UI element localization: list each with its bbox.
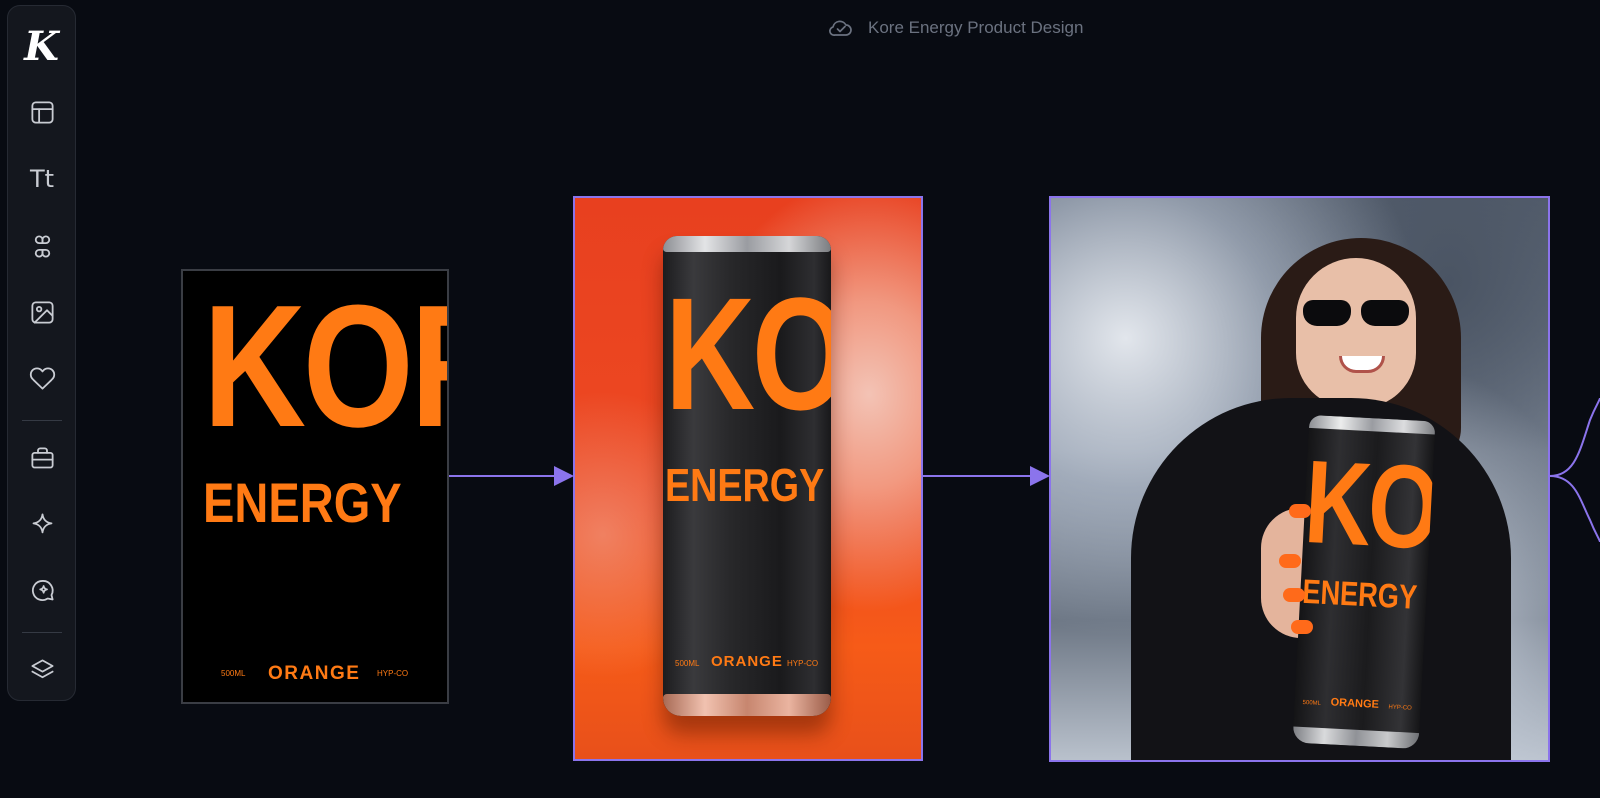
briefcase-icon: [30, 446, 54, 468]
document-title: Kore Energy Product Design: [828, 16, 1083, 40]
fingernail: [1283, 588, 1305, 602]
lifestyle-flavor-text: ORANGE: [1330, 696, 1380, 711]
document-title-text: Kore Energy Product Design: [868, 18, 1084, 37]
layout-icon: [30, 100, 54, 124]
fingernail: [1289, 504, 1311, 518]
label-maker-text: HYP-CO: [377, 669, 409, 678]
connector-branch-out: [1549, 475, 1600, 543]
fingernail: [1291, 620, 1313, 634]
product-can: KORE ENERGY 500ML ORANGE HYP-CO: [663, 236, 831, 716]
lifestyle-can: KORE ENERGY 500ML ORANGE HYP-CO: [1292, 414, 1436, 750]
cloud-saved-icon: [829, 20, 852, 36]
heart-icon: [29, 367, 55, 390]
can-brand-text: KORE: [665, 264, 831, 443]
ai-generate-tool-button[interactable]: [22, 504, 62, 544]
image-tool-button[interactable]: [22, 292, 62, 332]
text-icon: Tt: [29, 165, 55, 193]
components-tool-button[interactable]: [22, 226, 62, 266]
can-volume-text: 500ML: [675, 659, 700, 668]
image-icon: [30, 300, 54, 324]
can-rim-top: [663, 236, 831, 252]
sidebar-divider: [22, 632, 62, 633]
briefcase-tool-button[interactable]: [22, 438, 62, 478]
layers-icon: [30, 658, 54, 678]
lifestyle-maker-text: HYP-CO: [1388, 704, 1412, 712]
fingernail: [1279, 554, 1301, 568]
layers-tool-button[interactable]: [22, 650, 62, 690]
can-maker-text: HYP-CO: [787, 659, 819, 668]
model-face: [1296, 258, 1416, 408]
sidebar-divider: [22, 420, 62, 421]
layout-tool-button[interactable]: [22, 92, 62, 132]
label-brand-text: KORE: [203, 269, 447, 463]
can-rim-bottom: [663, 694, 831, 716]
model-photo: KORE ENERGY 500ML ORANGE HYP-CO: [1091, 238, 1511, 760]
ai-chat-tool-button[interactable]: [22, 570, 62, 610]
label-volume-text: 500ML: [221, 669, 246, 678]
app-logo[interactable]: K: [8, 24, 75, 70]
components-icon: [34, 234, 50, 258]
lifestyle-product-text: ENERGY: [1301, 572, 1419, 617]
sunglasses: [1303, 300, 1411, 330]
product-shot-node[interactable]: KORE ENERGY 500ML ORANGE HYP-CO: [573, 196, 923, 761]
lifestyle-shot-node[interactable]: KORE ENERGY 500ML ORANGE HYP-CO: [1049, 196, 1550, 762]
chat-sparkle-icon: [31, 579, 54, 601]
label-design-node[interactable]: KORE ENERGY 500ML ORANGE HYP-CO: [181, 269, 449, 704]
label-flavor-text: ORANGE: [268, 663, 361, 684]
connector-branch-out: [1549, 397, 1600, 477]
sparkle-icon: [32, 512, 52, 533]
sidebar-toolbar: K Tt: [7, 5, 76, 701]
label-product-text: ENERGY: [203, 471, 402, 534]
lifestyle-volume-text: 500ML: [1302, 699, 1322, 707]
favorites-tool-button[interactable]: [22, 358, 62, 398]
text-tool-button[interactable]: Tt: [22, 159, 62, 199]
lifestyle-brand-text: KORE: [1301, 435, 1436, 581]
can-flavor-text: ORANGE: [711, 653, 783, 670]
can-product-text: ENERGY: [665, 459, 825, 511]
